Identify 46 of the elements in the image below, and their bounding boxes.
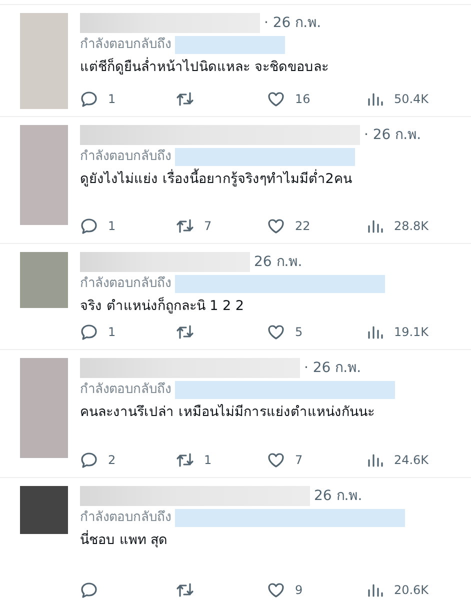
heart-icon[interactable] xyxy=(267,217,285,235)
tweet-date: 26 ก.พ. xyxy=(254,253,302,272)
like-count: 9 xyxy=(295,582,303,599)
view-count: 19.1K xyxy=(394,324,429,341)
reply-icon[interactable] xyxy=(80,217,98,235)
repost-icon[interactable] xyxy=(176,217,194,235)
reply-text: ดูยังไงไม่แย่ง เรื่องนี้อยากรู้จริงๆทำไมมีต่ำ2คน xyxy=(80,169,455,189)
heart-icon[interactable] xyxy=(267,323,285,341)
reply-icon[interactable] xyxy=(80,323,98,341)
reply-count: 1 xyxy=(108,324,116,341)
tweet-date: · 26 ก.พ. xyxy=(304,359,362,378)
reply-count: 1 xyxy=(108,218,116,235)
like-count: 5 xyxy=(295,324,303,341)
replying-to-label: กำลังตอบกลับถึง xyxy=(80,275,171,293)
reply-icon[interactable] xyxy=(80,451,98,469)
like-count: 7 xyxy=(295,452,303,469)
heart-icon[interactable] xyxy=(267,581,285,599)
heart-icon[interactable] xyxy=(267,451,285,469)
repost-icon[interactable] xyxy=(176,323,194,341)
tweet-date: · 26 ก.พ. xyxy=(364,126,422,145)
repost-icon[interactable] xyxy=(176,581,194,599)
heart-icon[interactable] xyxy=(267,90,285,108)
tweet-date: 26 ก.พ. xyxy=(314,487,362,506)
view-count: 28.8K xyxy=(394,218,429,235)
reply-icon[interactable] xyxy=(80,581,98,599)
reply-text: คนละงานรึเปล่า เหมือนไม่มีการแย่งตำแหน่งกันนะ xyxy=(80,403,376,422)
reply-text: จริง ตำแหน่งก็ถูกละนิ 1 2 2 xyxy=(80,296,245,316)
reply-count: 2 xyxy=(108,452,116,469)
replying-to-label: กำลังตอบกลับถึง xyxy=(80,509,171,527)
reply-icon[interactable] xyxy=(80,90,98,108)
reply-count: 1 xyxy=(108,91,116,108)
repost-count: 7 xyxy=(204,218,212,235)
reply-text: นี่ชอบ แพท สุด xyxy=(80,530,169,550)
like-count: 16 xyxy=(295,91,310,108)
repost-count: 1 xyxy=(204,452,212,469)
reply-text: แต่ชีก็ดูยืนล่ำหน้าไปนิดแหละ จะชิดขอบละ xyxy=(80,57,330,77)
replying-to-label: กำลังตอบกลับถึง xyxy=(80,36,171,54)
view-count: 20.6K xyxy=(394,582,429,599)
tweet-date: · 26 ก.พ. xyxy=(264,14,322,33)
view-count: 24.6K xyxy=(394,452,429,469)
replying-to-label: กำลังตอบกลับถึง xyxy=(80,148,171,166)
repost-icon[interactable] xyxy=(176,451,194,469)
view-count: 50.4K xyxy=(394,91,429,108)
like-count: 22 xyxy=(295,218,310,235)
replying-to-label: กำลังตอบกลับถึง xyxy=(80,381,171,399)
repost-icon[interactable] xyxy=(176,90,194,108)
